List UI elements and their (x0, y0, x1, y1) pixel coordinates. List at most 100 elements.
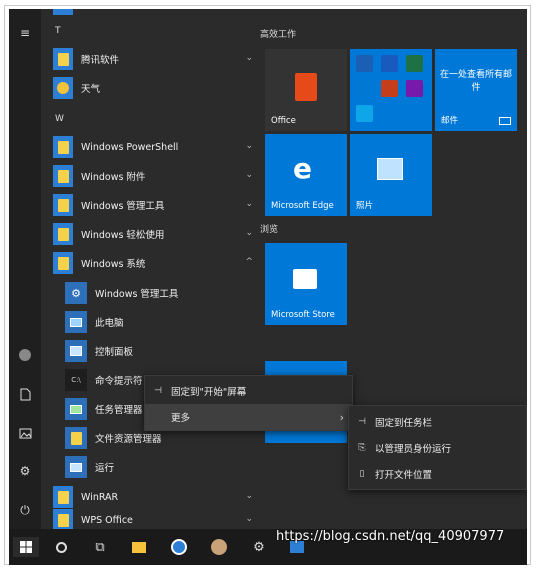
subapp-control-panel[interactable]: 控制面板 (65, 339, 253, 363)
task-view-icon[interactable]: ⧉ (90, 537, 110, 557)
app-item-weather[interactable]: 天气 (53, 76, 253, 100)
onedrive-icon (356, 80, 373, 97)
run-icon (65, 456, 87, 478)
subapp-label: Windows 管理工具 (95, 289, 179, 300)
chevron-down-icon: ⌄ (245, 141, 253, 151)
folder-icon (53, 509, 73, 531)
letter-header-w[interactable]: W (55, 114, 64, 124)
folder-icon (53, 48, 73, 70)
photos-icon (377, 158, 403, 180)
tile-photos[interactable]: 照片 (350, 134, 432, 216)
mail-icon (499, 117, 511, 125)
letter-header-t[interactable]: T (55, 26, 61, 36)
app-item-tencent[interactable]: 腾讯软件 ⌄ (53, 47, 253, 71)
app-label: WinRAR (81, 491, 119, 503)
chevron-down-icon: ⌄ (245, 514, 253, 524)
menu-item-pin-taskbar[interactable]: ⊣ 固定到任务栏 (349, 409, 526, 435)
onenote-icon (406, 80, 423, 97)
app-label: Windows 附件 (81, 172, 146, 183)
subapp-label: 运行 (95, 463, 115, 474)
app-list: T 腾讯软件 ⌄ 天气 W Windows PowerShell ⌄ Windo… (41, 9, 253, 531)
app-item-accessories[interactable]: Windows 附件 ⌄ (53, 164, 253, 188)
app-label: 天气 (81, 84, 101, 95)
subapp-label: 此电脑 (95, 318, 124, 329)
cmd-icon: C:\ (65, 369, 87, 391)
start-menu-screen: ≡ ⚙ ⏻ T 腾讯软件 ⌄ 天气 W Windows PowerShell ⌄ (9, 9, 527, 565)
tile-edge[interactable]: e Microsoft Edge (265, 134, 347, 216)
pin-icon: ⊣ (358, 417, 366, 427)
this-pc-icon (65, 311, 87, 333)
file-explorer-taskbar-icon[interactable] (129, 537, 149, 557)
skype-icon (356, 105, 373, 122)
tile-app-group[interactable] (350, 49, 432, 131)
app-label: Windows 管理工具 (81, 201, 165, 212)
documents-icon[interactable] (14, 384, 36, 404)
search-circle-icon[interactable] (51, 537, 71, 557)
menu-item-more[interactable]: 更多 › (145, 404, 352, 430)
subapp-this-pc[interactable]: 此电脑 (65, 310, 253, 334)
tile-mail[interactable]: 在一处查看所有邮件 邮件 (435, 49, 517, 131)
app-label: Windows 轻松使用 (81, 230, 165, 241)
start-button[interactable] (13, 537, 39, 557)
chevron-down-icon: ⌄ (245, 228, 253, 238)
subapp-admin-tools[interactable]: ⚙ Windows 管理工具 (65, 281, 253, 305)
settings-taskbar-icon[interactable]: ⚙ (249, 537, 269, 557)
mail-promo-text: 在一处查看所有邮件 (439, 70, 512, 93)
pictures-icon[interactable] (14, 423, 36, 443)
store-bag-icon (293, 269, 317, 289)
context-menu: ⊣ 固定到"开始"屏幕 更多 › (144, 375, 353, 431)
subapp-label: 文件资源管理器 (95, 434, 162, 445)
subapp-run[interactable]: 运行 (65, 455, 253, 479)
menu-item-pin-start[interactable]: ⊣ 固定到"开始"屏幕 (145, 378, 352, 404)
menu-label: 以管理员身份运行 (375, 444, 452, 455)
control-panel-icon (65, 340, 87, 362)
menu-item-open-location[interactable]: ▯ 打开文件位置 (349, 461, 526, 487)
file-explorer-icon (65, 427, 87, 449)
folder-icon (53, 165, 73, 187)
folder-icon (53, 252, 73, 274)
file-location-icon: ▯ (359, 469, 365, 479)
folder-icon (53, 223, 73, 245)
admin-shield-icon: ⎘ (358, 443, 366, 453)
tile-store[interactable]: Microsoft Store (265, 243, 347, 325)
tile-label: Microsoft Store (271, 310, 335, 320)
chevron-down-icon: ⌄ (245, 491, 253, 501)
powerpoint-icon (381, 80, 398, 97)
submenu-more: ⊣ 固定到任务栏 ⎘ 以管理员身份运行 ▯ 打开文件位置 (348, 405, 527, 490)
app-label: Windows PowerShell (81, 141, 179, 153)
menu-label: 打开文件位置 (375, 470, 433, 481)
tile-label: 邮件 (441, 116, 459, 126)
app-item-winrar[interactable]: WinRAR ⌄ (53, 485, 253, 509)
hamburger-menu-icon[interactable]: ≡ (14, 23, 36, 43)
avatar-taskbar-icon[interactable] (209, 537, 229, 557)
tile-office[interactable]: Office (265, 49, 347, 131)
tile-label: 照片 (356, 201, 374, 211)
app-label: WPS Office (81, 514, 133, 526)
app-label: 腾讯软件 (81, 55, 120, 66)
power-icon[interactable]: ⏻ (14, 500, 36, 520)
app-item-ease-of-access[interactable]: Windows 轻松使用 ⌄ (53, 222, 253, 246)
menu-label: 更多 (171, 413, 191, 424)
subapp-label: 控制面板 (95, 347, 134, 358)
watermark-text: https://blog.csdn.net/qq_40907977 (276, 529, 505, 544)
app-item-powershell[interactable]: Windows PowerShell ⌄ (53, 135, 253, 159)
folder-icon (53, 486, 73, 508)
app-label: Windows 系统 (81, 259, 146, 270)
menu-item-run-admin[interactable]: ⎘ 以管理员身份运行 (349, 435, 526, 461)
edge-icon: e (293, 152, 312, 185)
outlook-icon (356, 55, 373, 72)
subapp-label: 命令提示符 (95, 376, 143, 387)
user-account-icon[interactable] (14, 345, 36, 365)
admin-tools-icon: ⚙ (65, 282, 87, 304)
browser-taskbar-icon[interactable] (169, 537, 189, 557)
app-item-admin-tools[interactable]: Windows 管理工具 ⌄ (53, 193, 253, 217)
app-item-windows-system[interactable]: Windows 系统 ^ (53, 251, 253, 275)
group-header-productivity[interactable]: 高效工作 (260, 27, 296, 40)
group-header-browse[interactable]: 浏览 (260, 222, 278, 235)
pin-icon: ⊣ (154, 386, 162, 396)
chevron-down-icon: ⌄ (245, 53, 253, 63)
folder-icon (53, 194, 73, 216)
settings-gear-icon[interactable]: ⚙ (14, 461, 36, 481)
chevron-up-icon: ^ (245, 257, 253, 267)
task-manager-icon (65, 398, 87, 420)
